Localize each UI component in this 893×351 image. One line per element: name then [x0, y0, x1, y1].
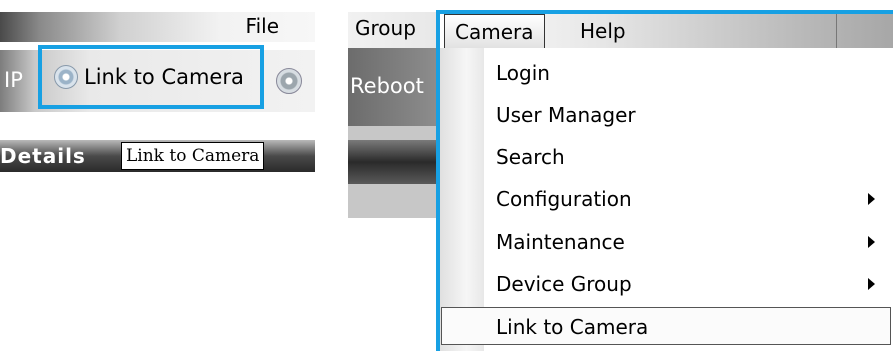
menu-item-device-group[interactable]: Device Group — [496, 263, 876, 305]
reboot-button[interactable]: Reboot — [350, 74, 424, 98]
right-dark-bar — [348, 140, 438, 184]
toolbar-ip-label[interactable]: IP — [4, 68, 23, 92]
menu-item-configuration[interactable]: Configuration — [496, 178, 876, 220]
menu-file[interactable]: File — [246, 14, 279, 38]
menu-item-login[interactable]: Login — [496, 52, 876, 94]
menu-item-link-to-camera[interactable]: Link to Camera — [496, 306, 876, 348]
menu-camera[interactable]: Camera — [444, 14, 545, 48]
menu-item-search[interactable]: Search — [496, 136, 876, 178]
submenu-arrow-icon — [868, 193, 875, 205]
menu-item-user-manager[interactable]: User Manager — [496, 94, 876, 136]
submenu-arrow-icon — [868, 278, 875, 290]
menubar-separator — [836, 14, 837, 48]
left-menubar: File — [0, 12, 315, 42]
camera-link-icon — [54, 65, 78, 89]
link-to-camera-button[interactable]: Link to Camera — [38, 45, 264, 109]
link-to-camera-label: Link to Camera — [84, 65, 244, 89]
menu-group[interactable]: Group — [355, 16, 416, 40]
details-heading: Details — [0, 144, 86, 168]
left-toolbar-panel: File IP Link to Camera Details Link to C… — [0, 0, 315, 172]
dropdown-icon-strip — [440, 48, 484, 351]
menu-help[interactable]: Help — [570, 14, 636, 48]
submenu-arrow-icon — [868, 236, 875, 248]
link-to-camera-tooltip: Link to Camera — [121, 142, 265, 170]
refresh-icon[interactable] — [276, 68, 302, 94]
menu-item-maintenance[interactable]: Maintenance — [496, 221, 876, 263]
